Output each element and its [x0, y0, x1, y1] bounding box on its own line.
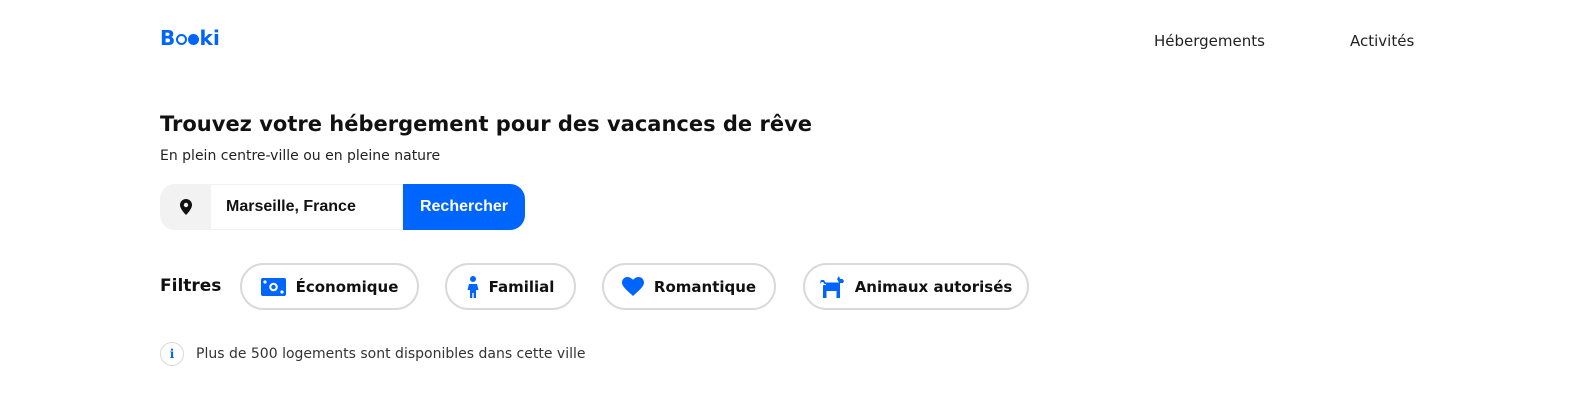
filter-label: Familial	[488, 277, 555, 296]
filter-chip-familial[interactable]: Familial	[445, 263, 576, 310]
filter-chip-economique[interactable]: Économique	[240, 263, 419, 310]
filter-label: Romantique	[653, 277, 757, 296]
filter-chip-romantique[interactable]: Romantique	[602, 263, 776, 310]
location-pin-icon	[179, 199, 192, 215]
logo-o-ring	[175, 33, 187, 45]
info-icon: i	[160, 342, 184, 366]
logo-letter-b: B	[160, 26, 176, 50]
logo[interactable]: Bki	[160, 26, 220, 50]
logo-letters-ki: ki	[199, 26, 221, 50]
filters-label: Filtres	[160, 276, 222, 296]
page-title: Trouvez votre hébergement pour des vacan…	[160, 112, 813, 136]
search-location-box	[160, 184, 211, 230]
filter-label: Animaux autorisés	[854, 277, 1013, 296]
money-icon	[260, 277, 286, 296]
filter-label: Économique	[295, 277, 399, 296]
search-input[interactable]	[211, 184, 403, 230]
info-message: i Plus de 500 logements sont disponibles…	[160, 342, 585, 366]
nav-link-activites[interactable]: Activités	[1350, 32, 1414, 50]
page: Bki Hébergements Activités Trouvez votre…	[0, 0, 1579, 400]
heart-icon	[621, 277, 644, 296]
child-icon	[467, 275, 479, 298]
search-bar: Rechercher	[160, 184, 525, 230]
dog-icon	[819, 275, 844, 298]
logo-o-solid	[187, 33, 199, 45]
filter-chip-animaux[interactable]: Animaux autorisés	[803, 263, 1029, 310]
nav-link-hebergements[interactable]: Hébergements	[1154, 32, 1265, 50]
search-button[interactable]: Rechercher	[403, 184, 525, 230]
info-text: Plus de 500 logements sont disponibles d…	[196, 346, 586, 362]
page-subtitle: En plein centre-ville ou en pleine natur…	[160, 148, 441, 164]
